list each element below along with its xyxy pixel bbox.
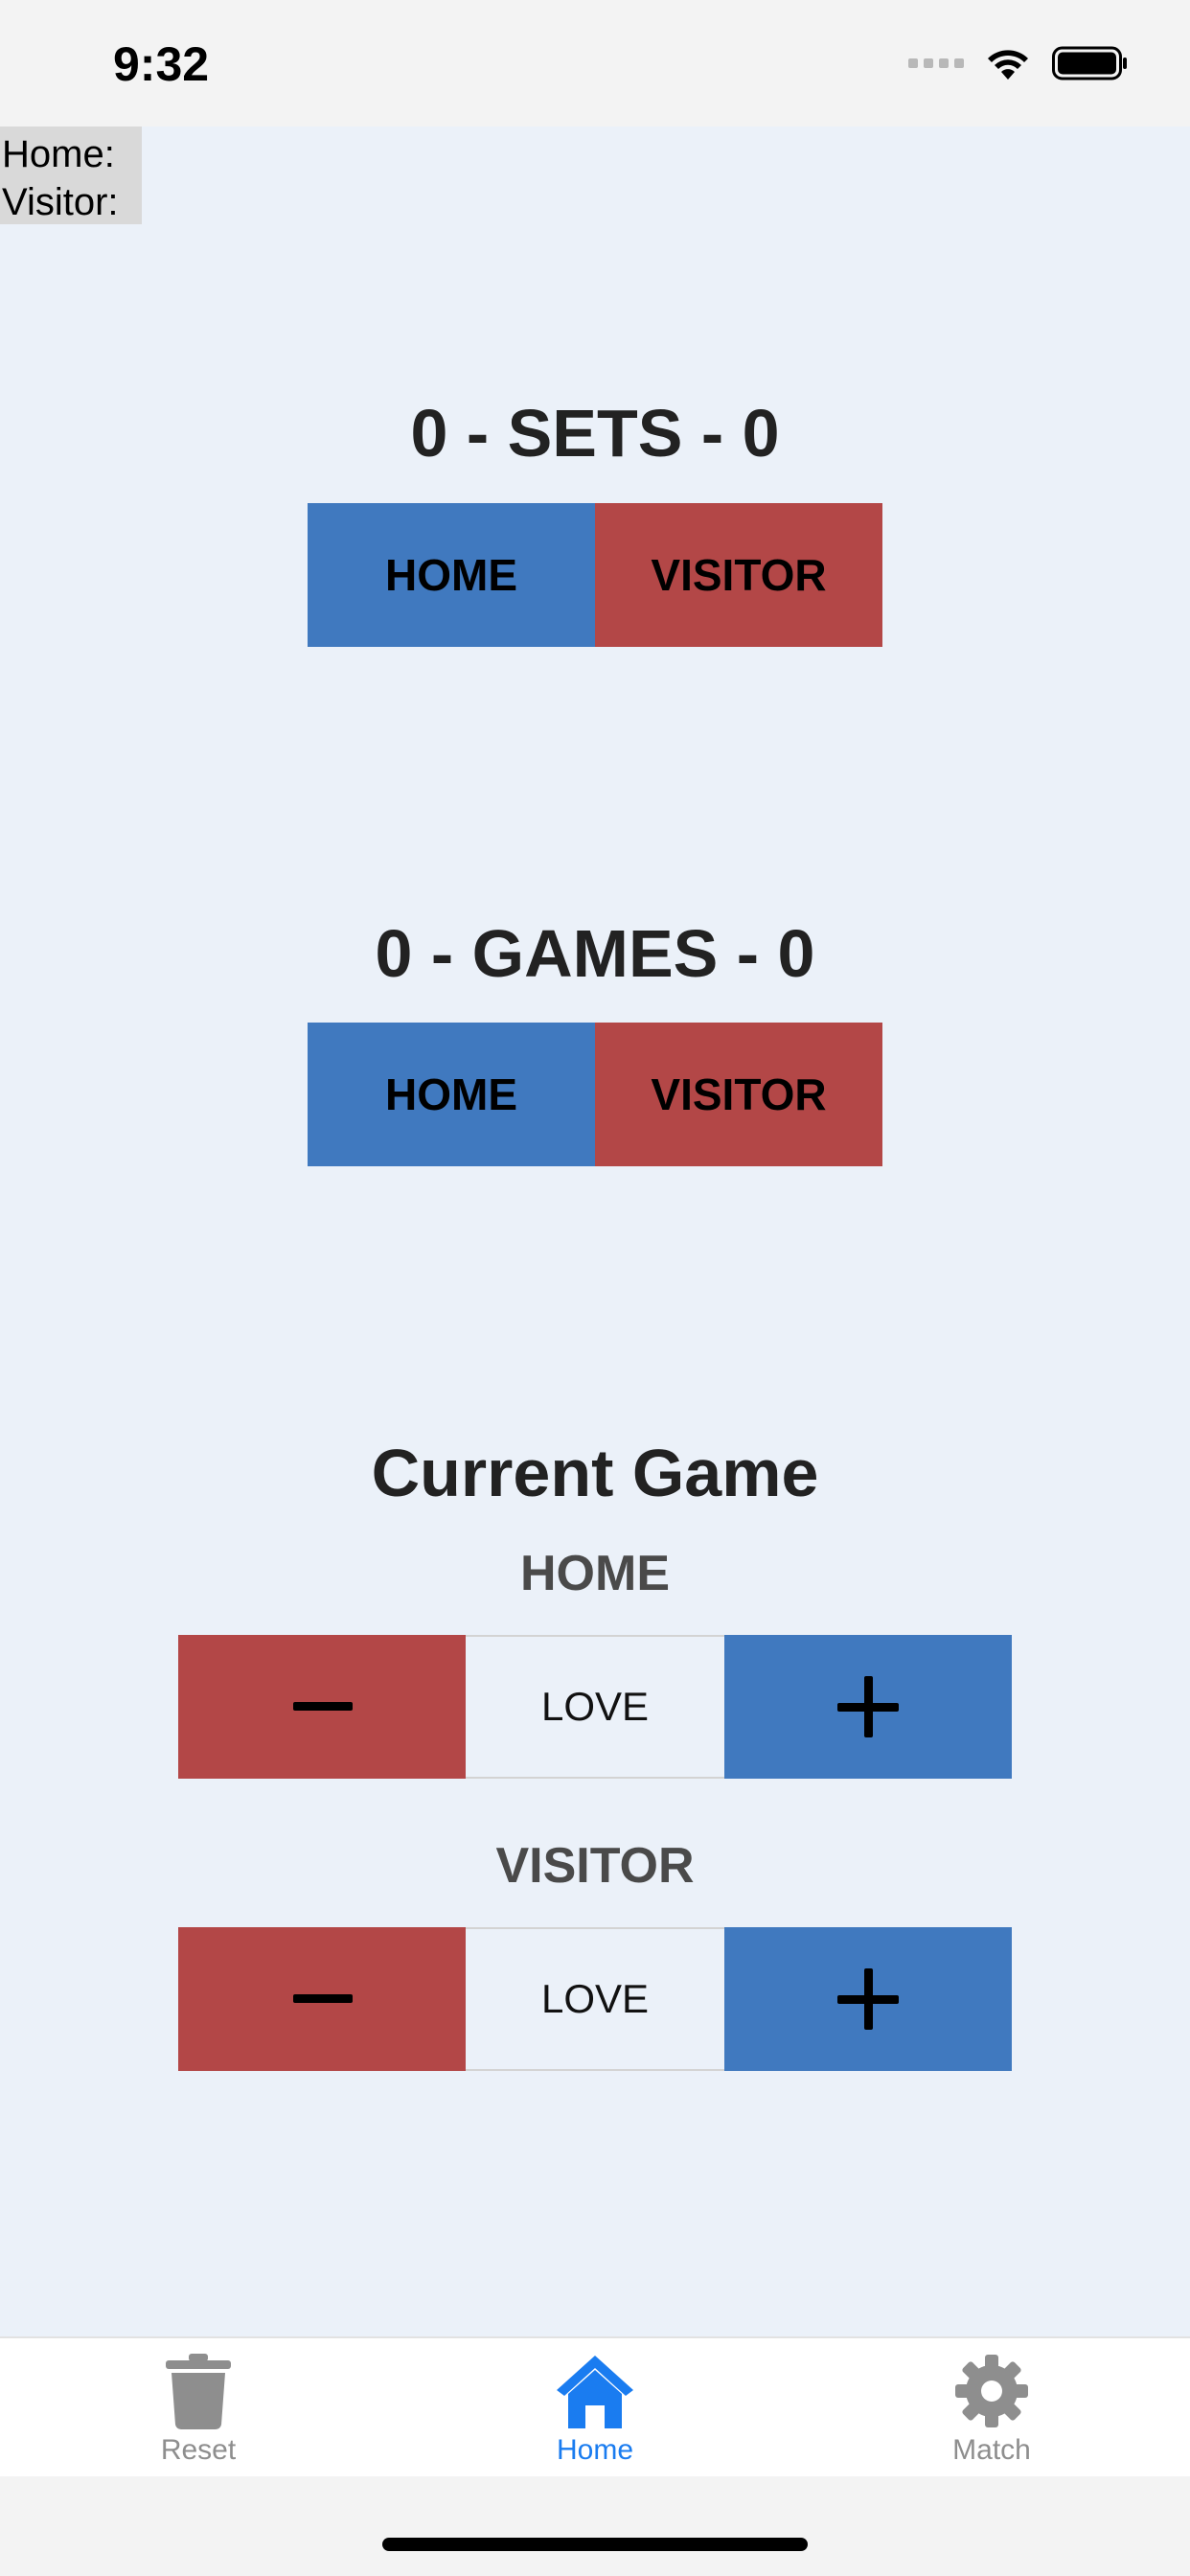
- main-content: Home: Visitor: 0 - SETS - 0 HOME VISITOR…: [0, 126, 1190, 2336]
- visitor-minus-button[interactable]: [178, 1927, 466, 2071]
- tab-home[interactable]: Home: [397, 2338, 793, 2478]
- visitor-point-value: LOVE: [466, 1927, 724, 2071]
- visitor-point-stepper: LOVE: [178, 1927, 1012, 2071]
- visitor-plus-button[interactable]: [724, 1927, 1012, 2071]
- home-indicator[interactable]: [382, 2538, 808, 2551]
- games-score-title: 0 - GAMES - 0: [375, 916, 815, 991]
- tab-bar: Reset Home Match: [0, 2336, 1190, 2476]
- sets-visitor-button[interactable]: VISITOR: [595, 503, 882, 647]
- trash-icon: [166, 2354, 231, 2430]
- tab-reset[interactable]: Reset: [0, 2338, 397, 2478]
- home-icon: [557, 2356, 633, 2428]
- visitor-name-label: Visitor:: [2, 181, 119, 223]
- status-time: 9:32: [113, 37, 210, 91]
- home-plus-button[interactable]: [724, 1635, 1012, 1779]
- games-visitor-button[interactable]: VISITOR: [595, 1023, 882, 1166]
- current-game-home-label: HOME: [520, 1546, 670, 1601]
- home-minus-button[interactable]: [178, 1635, 466, 1779]
- current-game-title: Current Game: [371, 1436, 819, 1510]
- sets-home-button[interactable]: HOME: [308, 503, 595, 647]
- battery-icon: [1052, 46, 1127, 80]
- home-point-value: LOVE: [466, 1635, 724, 1779]
- sets-button-row: HOME VISITOR: [308, 503, 882, 647]
- tab-reset-label: Reset: [160, 2434, 237, 2466]
- tab-match-label: Match: [952, 2434, 1031, 2466]
- games-button-row: HOME VISITOR: [308, 1023, 882, 1166]
- games-home-button[interactable]: HOME: [308, 1023, 595, 1166]
- sets-score-title: 0 - SETS - 0: [410, 396, 780, 471]
- status-bar: 9:32: [0, 0, 1190, 126]
- status-icons: [908, 42, 1129, 84]
- current-game-visitor-label: VISITOR: [495, 1838, 695, 1894]
- home-name-label: Home:: [2, 133, 115, 175]
- tab-home-label: Home: [556, 2434, 634, 2466]
- home-point-stepper: LOVE: [178, 1635, 1012, 1779]
- cellular-signal-icon: [908, 58, 964, 68]
- wifi-icon: [988, 50, 1028, 80]
- player-names-box: Home: Visitor:: [0, 126, 142, 224]
- gear-icon: [955, 2355, 1028, 2427]
- tab-match[interactable]: Match: [793, 2338, 1190, 2478]
